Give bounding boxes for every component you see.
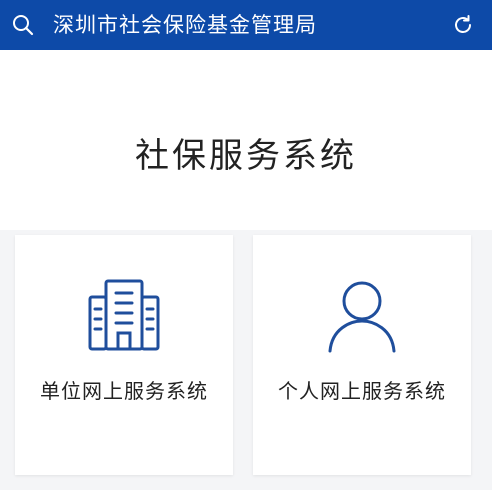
enterprise-service-label: 单位网上服务系统 bbox=[40, 379, 208, 403]
search-icon[interactable] bbox=[11, 13, 35, 37]
personal-service-card[interactable]: 个人网上服务系统 bbox=[253, 235, 471, 475]
personal-service-label: 个人网上服务系统 bbox=[278, 379, 446, 403]
building-icon bbox=[84, 275, 164, 355]
heading-section: 社保服务系统 bbox=[0, 50, 492, 230]
refresh-icon[interactable] bbox=[451, 13, 475, 37]
top-app-bar: 深圳市社会保险基金管理局 bbox=[0, 0, 492, 50]
enterprise-service-card[interactable]: 单位网上服务系统 bbox=[15, 235, 233, 475]
site-title: 深圳市社会保险基金管理局 bbox=[53, 13, 317, 37]
content-area: 社保服务系统 单位网上服务系统 个人网上服务系统 bbox=[0, 50, 492, 490]
person-icon bbox=[322, 275, 402, 355]
page-title: 社保服务系统 bbox=[135, 136, 357, 176]
